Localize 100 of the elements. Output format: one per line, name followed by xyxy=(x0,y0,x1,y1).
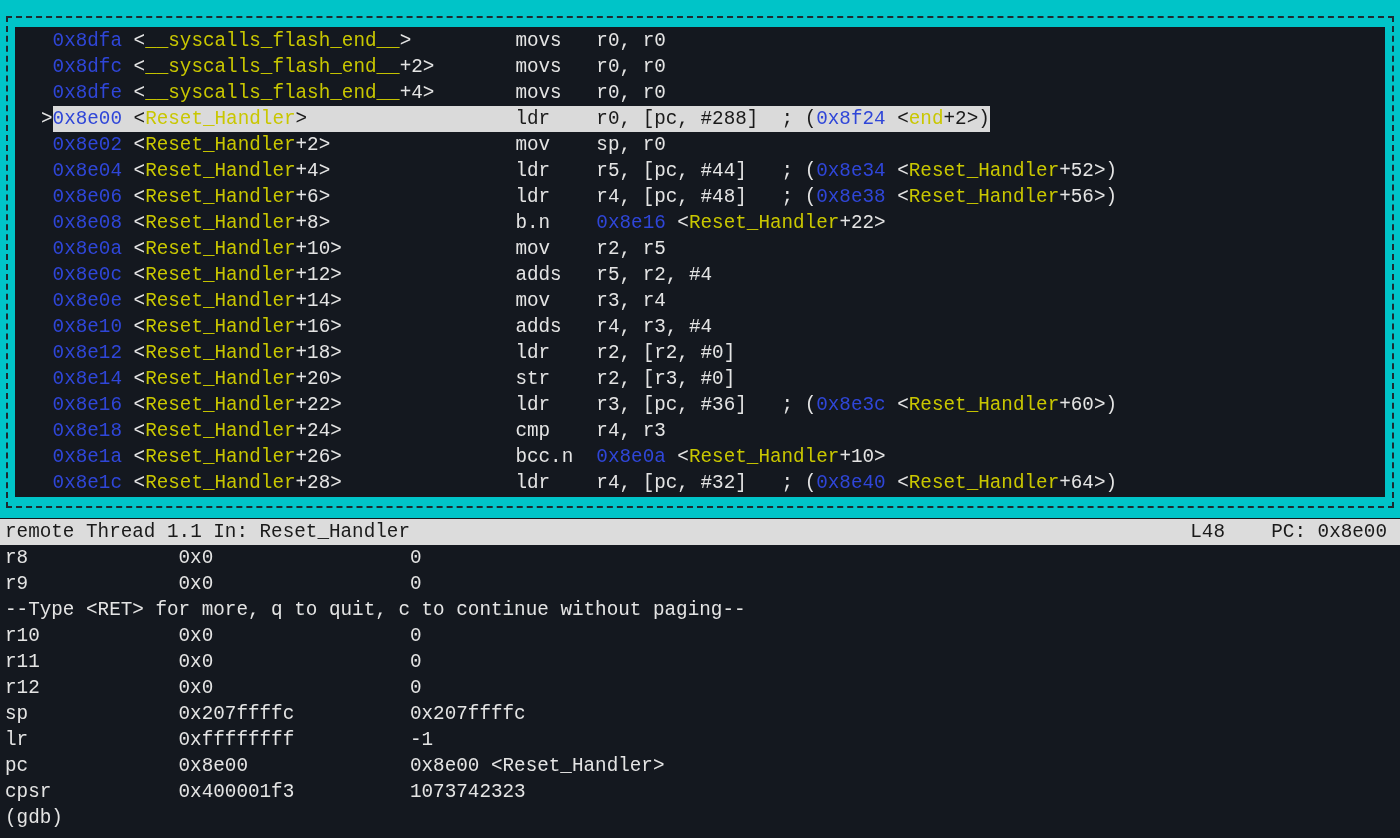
symbol-label: <__syscalls_flash_end__+2> xyxy=(133,55,436,80)
register-name: sp xyxy=(5,702,30,727)
instruction-operands: r3, [pc, #36] ; (0x8e3c <Reset_Handler+60>) xyxy=(596,393,1118,418)
register-raw-value: 0x0 xyxy=(178,572,215,597)
instruction-operands: r5, [pc, #44] ; (0x8e34 <Reset_Handler+52>) xyxy=(596,159,1118,184)
instruction-operands: r0, [pc, #288] ; (0x8f24 <end+2>) xyxy=(596,107,990,132)
instruction-address: 0x8e02 xyxy=(52,133,123,158)
symbol-label: <__syscalls_flash_end__+4> xyxy=(133,81,436,106)
register-raw-value: 0x207ffffc xyxy=(178,702,296,727)
symbol-label: <Reset_Handler+14> xyxy=(133,289,343,314)
instruction-mnemonic: ldr xyxy=(515,185,552,210)
instruction-operands: r2, [r2, #0] xyxy=(596,341,736,366)
instruction-mnemonic: ldr xyxy=(515,159,552,184)
gdb-prompt: (gdb) xyxy=(5,807,63,829)
register-natural-value: 0 xyxy=(409,651,422,673)
instruction-mnemonic: movs xyxy=(515,29,563,54)
instruction-mnemonic: mov xyxy=(515,237,552,262)
instruction-address: 0x8e0e xyxy=(52,289,123,314)
instruction-mnemonic: str xyxy=(515,367,552,392)
instruction-operands: r2, [r3, #0] xyxy=(596,367,736,392)
instruction-operands: r2, r5 xyxy=(596,237,666,262)
register-raw-value: 0xffffffff xyxy=(178,728,296,753)
register-name: r9 xyxy=(5,572,30,597)
pager-message: --Type <RET> for more, q to quit, c to continue without paging-- xyxy=(5,599,746,621)
instruction-operands: r4, [pc, #48] ; (0x8e38 <Reset_Handler+56>) xyxy=(596,185,1118,210)
symbol-label: <Reset_Handler+10> xyxy=(133,237,343,262)
register-name: lr xyxy=(5,728,30,753)
instruction-address: 0x8e04 xyxy=(52,159,123,184)
instruction-operands: r4, r3 xyxy=(596,419,666,444)
instruction-operands: r0, r0 xyxy=(596,81,666,106)
instruction-address: 0x8dfe xyxy=(52,81,123,106)
instruction-address: 0x8e0c xyxy=(52,263,123,288)
register-name: r12 xyxy=(5,676,41,701)
register-raw-value: 0x400001f3 xyxy=(178,780,296,805)
register-name: cpsr xyxy=(5,780,53,805)
instruction-operands: r0, r0 xyxy=(596,55,666,80)
register-natural-value: 0 xyxy=(409,677,422,699)
status-text: remote Thread 1.1 In: Reset_Handler xyxy=(5,520,410,545)
register-name: r8 xyxy=(5,546,30,571)
instruction-address: 0x8e14 xyxy=(52,367,123,392)
instruction-address: 0x8dfc xyxy=(52,55,123,80)
instruction-mnemonic: mov xyxy=(515,289,552,314)
register-raw-value: 0x8e00 xyxy=(178,754,249,779)
instruction-operands: r5, r2, #4 xyxy=(596,263,713,288)
instruction-mnemonic: ldr xyxy=(515,471,552,496)
instruction-address: 0x8e08 xyxy=(52,211,123,236)
symbol-label: <Reset_Handler+6> xyxy=(133,185,332,210)
register-natural-value: 0 xyxy=(409,573,422,595)
symbol-label: <Reset_Handler> xyxy=(133,107,309,132)
symbol-label: <__syscalls_flash_end__> xyxy=(133,29,413,54)
instruction-mnemonic: cmp xyxy=(515,419,552,444)
register-name: r10 xyxy=(5,624,41,649)
symbol-label: <Reset_Handler+18> xyxy=(133,341,343,366)
instruction-operands: r0, r0 xyxy=(596,29,666,54)
instruction-mnemonic: ldr xyxy=(515,393,552,418)
register-natural-value: 0x8e00 <Reset_Handler> xyxy=(409,755,665,777)
symbol-label: <Reset_Handler+24> xyxy=(133,419,343,444)
symbol-label: <Reset_Handler+26> xyxy=(133,445,343,470)
instruction-address: 0x8e06 xyxy=(52,185,123,210)
instruction-mnemonic: movs xyxy=(515,55,563,80)
instruction-mnemonic: mov xyxy=(515,133,552,158)
register-raw-value: 0x0 xyxy=(178,624,215,649)
instruction-mnemonic: bcc.n xyxy=(515,445,575,470)
instruction-mnemonic: adds xyxy=(515,263,563,288)
line-number: L48 xyxy=(1190,520,1225,545)
instruction-mnemonic: ldr xyxy=(515,341,552,366)
register-raw-value: 0x0 xyxy=(178,676,215,701)
instruction-operands: sp, r0 xyxy=(596,133,666,158)
instruction-address: 0x8e1c xyxy=(52,471,123,496)
instruction-address: 0x8dfa xyxy=(52,29,123,54)
instruction-address: 0x8e18 xyxy=(52,419,123,444)
register-name: pc xyxy=(5,754,30,779)
register-natural-value: -1 xyxy=(409,729,434,751)
instruction-address: 0x8e0a xyxy=(52,237,123,262)
instruction-operands: 0x8e0a <Reset_Handler+10> xyxy=(596,445,886,470)
register-natural-value: 0 xyxy=(409,625,422,647)
instruction-address: 0x8e12 xyxy=(52,341,123,366)
symbol-label: <Reset_Handler+16> xyxy=(133,315,343,340)
register-natural-value: 0 xyxy=(409,547,422,569)
register-raw-value: 0x0 xyxy=(178,650,215,675)
symbol-label: <Reset_Handler+22> xyxy=(133,393,343,418)
symbol-label: <Reset_Handler+4> xyxy=(133,159,332,184)
instruction-operands: r4, r3, #4 xyxy=(596,315,713,340)
instruction-address: 0x8e00 xyxy=(52,107,123,132)
register-raw-value: 0x0 xyxy=(178,546,215,571)
register-natural-value: 0x207ffffc xyxy=(409,703,526,725)
instruction-mnemonic: movs xyxy=(515,81,563,106)
instruction-address: 0x8e10 xyxy=(52,315,123,340)
instruction-operands: r3, r4 xyxy=(596,289,666,314)
current-line-pointer: > xyxy=(41,107,53,132)
register-name: r11 xyxy=(5,650,41,675)
instruction-mnemonic: ldr xyxy=(515,107,552,132)
instruction-address: 0x8e1a xyxy=(52,445,123,470)
instruction-mnemonic: b.n xyxy=(515,211,552,236)
instruction-address: 0x8e16 xyxy=(52,393,123,418)
symbol-label: <Reset_Handler+20> xyxy=(133,367,343,392)
instruction-mnemonic: adds xyxy=(515,315,563,340)
symbol-label: <Reset_Handler+8> xyxy=(133,211,332,236)
symbol-label: <Reset_Handler+12> xyxy=(133,263,343,288)
program-counter: PC: 0x8e00 xyxy=(1271,520,1387,545)
